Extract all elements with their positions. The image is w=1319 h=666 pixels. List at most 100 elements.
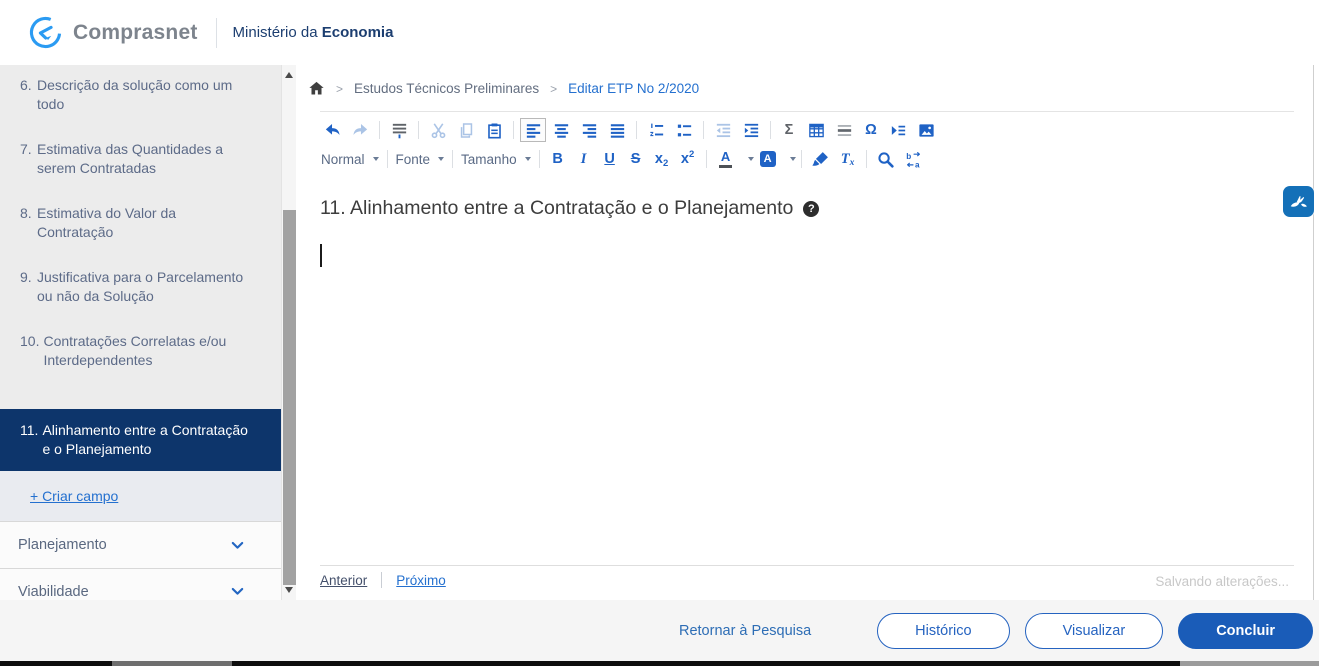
vlibras-accessibility-button[interactable]: [1283, 186, 1314, 217]
strikethrough-button[interactable]: S: [624, 147, 648, 171]
item-number: 6.: [20, 76, 37, 114]
breadcrumb-separator: >: [336, 82, 343, 96]
return-to-search-link[interactable]: Retornar à Pesquisa: [679, 623, 811, 639]
help-icon[interactable]: ?: [803, 201, 819, 217]
highlight-color-button[interactable]: A: [754, 147, 796, 171]
chevron-down-icon: [438, 157, 444, 161]
superscript-button[interactable]: x2: [676, 147, 700, 171]
item-label: Justificativa para o Parcelamento ou não…: [37, 268, 255, 306]
paste-icon[interactable]: [481, 118, 507, 142]
sidebar-item-list: 6.Descrição da solução como um todo 7.Est…: [0, 65, 281, 614]
sidebar-item-8[interactable]: 8.Estimativa do Valor da Contratação: [0, 204, 281, 242]
toolbar-separator: [452, 150, 453, 168]
create-field-strip: + Criar campo: [0, 471, 281, 521]
sidebar-item-11[interactable]: 11.Alinhamento entre a Contratação e o P…: [0, 409, 281, 471]
toolbar-separator: [418, 121, 419, 139]
formula-icon[interactable]: Σ: [777, 118, 801, 142]
bulleted-list-icon[interactable]: [671, 118, 697, 142]
breadcrumb-item-current: Editar ETP No 2/2020: [568, 81, 699, 96]
cut-icon[interactable]: [425, 118, 451, 142]
scroll-up-icon[interactable]: [285, 72, 293, 78]
chevron-down-icon: [230, 538, 245, 553]
breadcrumb-separator: >: [550, 82, 557, 96]
table-icon[interactable]: [803, 118, 829, 142]
align-justify-icon[interactable]: [604, 118, 630, 142]
home-icon[interactable]: [308, 80, 325, 97]
toolbar-separator: [379, 121, 380, 139]
historico-button[interactable]: Histórico: [877, 613, 1009, 649]
concluir-button[interactable]: Concluir: [1178, 613, 1313, 649]
page: Comprasnet Ministério da Economia 6.Desc…: [0, 0, 1319, 666]
item-label: Estimativa do Valor da Contratação: [37, 204, 255, 242]
horizontal-rule-icon[interactable]: [831, 118, 857, 142]
section-heading: 11. Alinhamento entre a Contratação e o …: [320, 197, 819, 220]
sidebar-item-7[interactable]: 7.Estimativa das Quantidades a serem Con…: [0, 140, 281, 178]
find-icon[interactable]: [873, 147, 899, 171]
create-field-link[interactable]: + Criar campo: [30, 488, 118, 504]
align-center-icon[interactable]: [548, 118, 574, 142]
autosave-status: Salvando alterações...: [1155, 574, 1289, 589]
item-number: 8.: [20, 204, 37, 242]
action-footer: Retornar à Pesquisa Histórico Visualizar C…: [0, 600, 1319, 661]
toolbar-separator: [706, 150, 707, 168]
sidebar-item-10[interactable]: 10.Contratações Correlatas e/ou Interdep…: [0, 332, 281, 370]
format-painter-icon[interactable]: [808, 147, 834, 171]
svg-text:b: b: [906, 152, 911, 161]
toolbar-separator: [770, 121, 771, 139]
page-break-icon[interactable]: [885, 118, 911, 142]
sidebar-item-6[interactable]: 6.Descrição da solução como um todo: [0, 76, 281, 114]
toolbar-separator: [636, 121, 637, 139]
item-label: Contratações Correlatas e/ou Interdepend…: [43, 332, 255, 370]
italic-button[interactable]: I: [572, 147, 596, 171]
scrollbar-thumb[interactable]: [283, 210, 296, 585]
align-left-icon[interactable]: [520, 118, 546, 142]
underline-button[interactable]: U: [598, 147, 622, 171]
text-cursor: [320, 244, 322, 267]
item-label: Alinhamento entre a Contratação e o Plan…: [42, 421, 255, 459]
editor-toolbar-row1: ΣΩ: [318, 117, 940, 143]
toolbar-separator: [866, 150, 867, 168]
panel-right-border: [1313, 65, 1314, 600]
brand-name: Comprasnet: [73, 21, 198, 45]
undo-icon[interactable]: [319, 118, 345, 142]
image-icon[interactable]: [913, 118, 939, 142]
subscript-button[interactable]: x2: [650, 147, 674, 171]
editor-panel: > Estudos Técnicos Preliminares > Editar…: [296, 65, 1319, 600]
section-label: Viabilidade: [18, 584, 89, 600]
numbered-list-icon[interactable]: [643, 118, 669, 142]
chevron-down-icon: [230, 584, 245, 599]
copy-icon[interactable]: [453, 118, 479, 142]
select-all-icon[interactable]: [386, 118, 412, 142]
redo-icon[interactable]: [347, 118, 373, 142]
sidebar-scrollbar[interactable]: [281, 65, 296, 600]
font-dropdown[interactable]: Fonte: [396, 152, 445, 167]
item-number: 9.: [20, 268, 37, 306]
breadcrumb-item-etp[interactable]: Estudos Técnicos Preliminares: [354, 81, 539, 96]
align-right-icon[interactable]: [576, 118, 602, 142]
item-label: Descrição da solução como um todo: [37, 76, 255, 114]
item-label: Estimativa das Quantidades a serem Contr…: [37, 140, 255, 178]
outdent-icon[interactable]: [710, 118, 736, 142]
bold-button[interactable]: B: [546, 147, 570, 171]
size-dropdown[interactable]: Tamanho: [461, 152, 531, 167]
sidebar-section-planejamento[interactable]: Planejamento: [0, 521, 281, 568]
paragraph-format-dropdown[interactable]: Normal: [321, 152, 379, 167]
chevron-down-icon: [373, 157, 379, 161]
pager-separator: [381, 572, 382, 588]
sidebar-item-9[interactable]: 9.Justificativa para o Parcelamento ou n…: [0, 268, 281, 306]
previous-link[interactable]: Anterior: [320, 573, 367, 588]
toolbar-separator: [539, 150, 540, 168]
comprasnet-logo-icon: [27, 14, 64, 51]
toolbar-separator: [801, 150, 802, 168]
indent-icon[interactable]: [738, 118, 764, 142]
etp-sidebar: 6.Descrição da solução como um todo 7.Est…: [0, 65, 296, 600]
remove-format-button[interactable]: Tx: [836, 147, 860, 171]
next-link[interactable]: Próximo: [396, 573, 446, 588]
header-divider: [216, 18, 217, 48]
visualizar-button[interactable]: Visualizar: [1025, 613, 1164, 649]
text-color-button[interactable]: A: [712, 147, 754, 171]
special-character-icon[interactable]: Ω: [859, 118, 883, 142]
scroll-down-icon[interactable]: [285, 587, 293, 593]
replace-icon[interactable]: ba: [901, 147, 927, 171]
app-header: Comprasnet Ministério da Economia: [0, 0, 1319, 65]
